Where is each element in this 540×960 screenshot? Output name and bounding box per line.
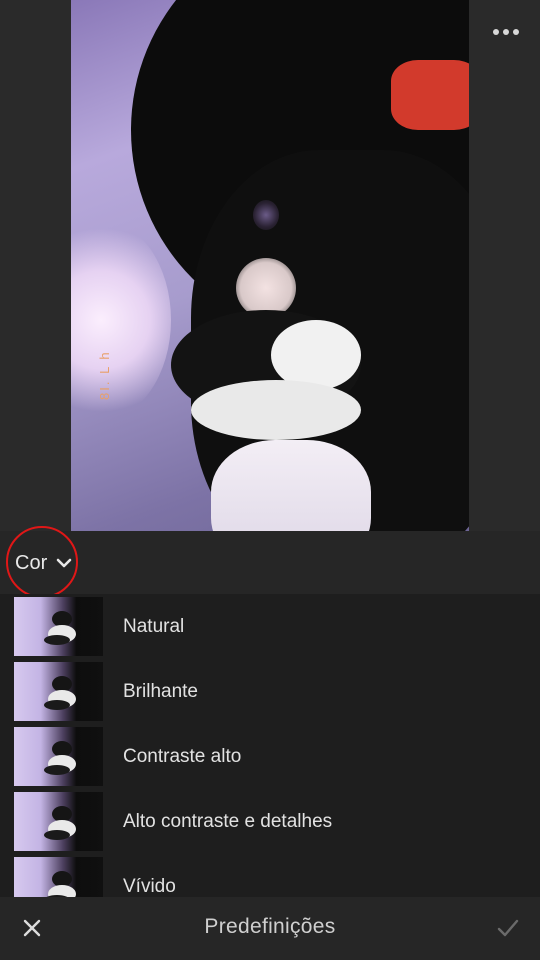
screen-title: Predefinições xyxy=(204,915,336,938)
preset-label: Vívido xyxy=(123,875,176,897)
preset-thumbnail xyxy=(14,792,103,851)
chevron-down-icon xyxy=(56,558,72,568)
more-dot xyxy=(503,29,509,35)
bottom-bar: Predefinições xyxy=(0,897,540,960)
preset-thumbnail xyxy=(14,727,103,786)
preset-item-brilhante[interactable]: Brilhante xyxy=(0,659,540,724)
more-horizontal-icon xyxy=(493,29,499,35)
preset-list[interactable]: Natural Brilhante Contraste alto Alto co… xyxy=(0,594,540,897)
dog-eye xyxy=(253,200,279,230)
light-glow xyxy=(71,220,171,420)
photo-preview[interactable]: 8I. L h xyxy=(71,0,469,531)
dog-snout xyxy=(236,258,296,318)
preset-thumbnail xyxy=(14,857,103,897)
puppy-body xyxy=(211,440,371,531)
preset-label: Brilhante xyxy=(123,680,198,702)
preset-thumbnail xyxy=(14,597,103,656)
more-options-button[interactable] xyxy=(486,20,526,44)
preset-label: Contraste alto xyxy=(123,745,242,767)
preset-item-contraste-alto[interactable]: Contraste alto xyxy=(0,724,540,789)
photo-watermark: 8I. L h xyxy=(97,350,112,400)
check-icon[interactable] xyxy=(494,914,522,942)
preset-label: Natural xyxy=(123,615,185,637)
red-cushion xyxy=(391,60,469,130)
photo-area: 8I. L h xyxy=(0,0,540,531)
puppy-white-band xyxy=(191,380,361,440)
preset-label: Alto contraste e detalhes xyxy=(123,810,333,832)
category-bar: Cor xyxy=(0,531,540,594)
preset-item-natural[interactable]: Natural xyxy=(0,594,540,659)
preset-item-vivido[interactable]: Vívido xyxy=(0,854,540,897)
preset-item-alto-contraste-detalhes[interactable]: Alto contraste e detalhes xyxy=(0,789,540,854)
more-dot xyxy=(513,29,519,35)
category-label: Cor xyxy=(15,551,48,574)
preset-thumbnail xyxy=(14,662,103,721)
category-dropdown[interactable]: Cor xyxy=(6,537,78,589)
